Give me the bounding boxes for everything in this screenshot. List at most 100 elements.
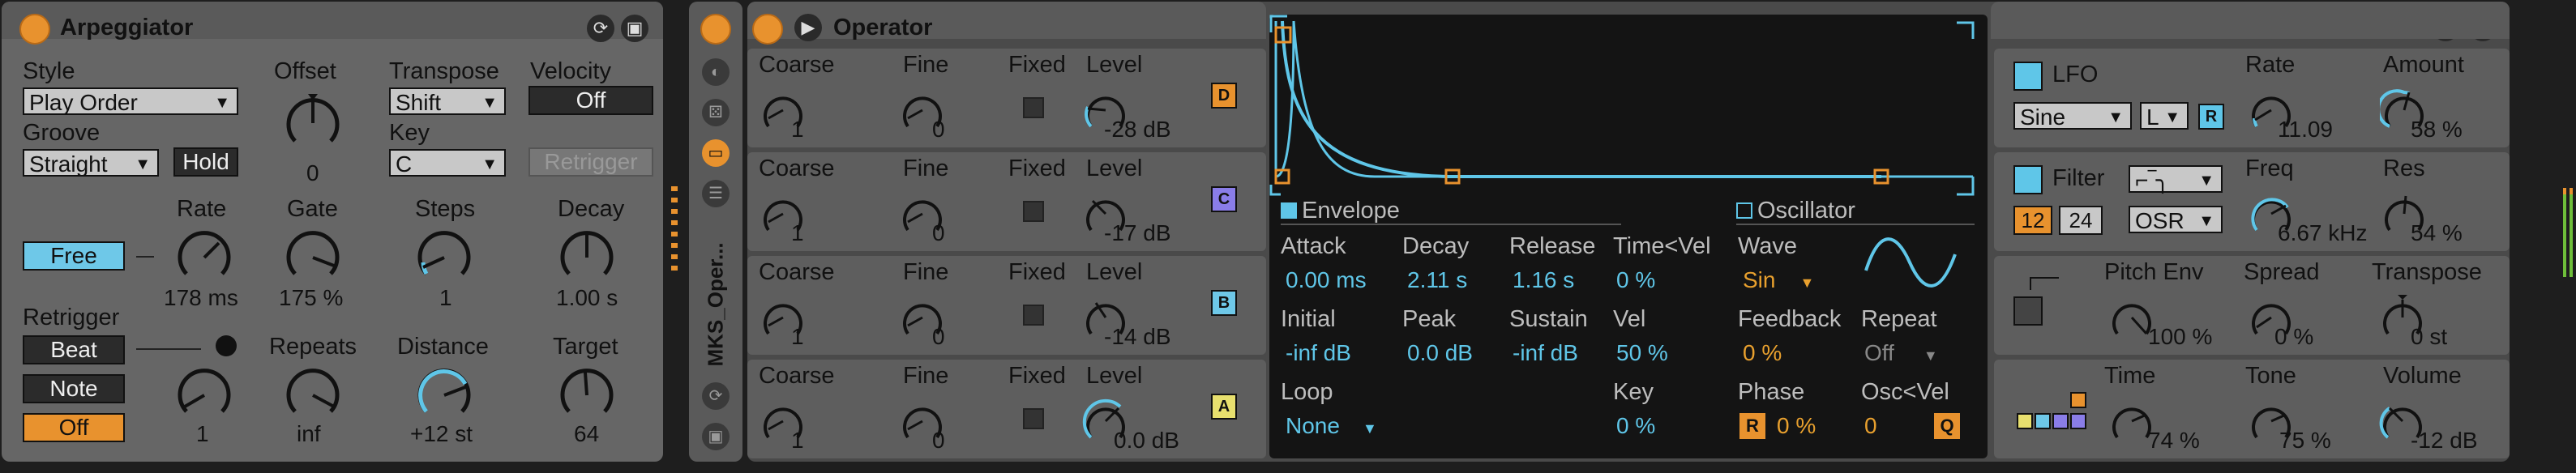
oscillator-row-d[interactable]: Coarse 1 Fine 0 Fixed Level -28 dB D [747,49,1266,147]
envelope-graph[interactable] [1269,15,1988,198]
lfo-enable-toggle[interactable] [2013,62,2043,91]
transpose-label: Transpose [2372,259,2482,285]
level-label: Level [1086,156,1143,181]
decay-knob[interactable] [554,225,619,282]
pitch-env-toggle[interactable] [2013,296,2043,326]
peak-value[interactable]: 0.0 dB [1407,340,1473,366]
style-value: Play Order [29,90,138,115]
repeat-dropdown[interactable]: Off ▼ [1864,340,1938,366]
save-preset-icon[interactable]: ▣ [621,15,648,42]
gate-knob[interactable] [280,225,345,282]
filter-freq-label: Freq [2245,156,2294,181]
fixed-checkbox[interactable] [1023,305,1044,326]
retrigger-knob[interactable] [172,363,237,420]
hot-swap-icon[interactable]: ⟳ [587,15,614,42]
rack-power-button[interactable] [700,14,731,45]
operator-power-button[interactable] [752,14,783,45]
chain-list-icon[interactable]: ▭ [702,139,730,167]
vel-value[interactable]: 50 % [1616,340,1668,366]
style-dropdown[interactable]: Play Order ▼ [23,87,238,115]
level-meter-left [2563,188,2566,277]
filter-type-dropdown[interactable]: ⌐‾╮ ▼ [2129,165,2223,193]
decay-value[interactable]: 2.11 s [1407,267,1467,293]
oscillator-tag-b[interactable]: B [1211,290,1237,316]
algorithm-operator-c [2052,413,2069,429]
retrigger-note-button[interactable]: Note [23,374,125,403]
target-knob[interactable] [554,363,619,420]
filter-enable-toggle[interactable] [2013,165,2043,194]
key-dropdown[interactable]: C ▼ [389,149,506,177]
algorithm-operator-c2 [2070,413,2086,429]
macro-icon[interactable]: ◐ [702,58,730,86]
feedback-value[interactable]: 0 % [1743,340,1782,366]
oscillator-tag-c[interactable]: C [1211,186,1237,212]
fixed-checkbox[interactable] [1023,97,1044,118]
envelope-section-checkbox[interactable] [1281,202,1297,219]
fixed-label: Fixed [1008,52,1066,78]
retrigger-off-button[interactable]: Off [23,413,125,442]
velocity-retrigger-button[interactable]: Retrigger [528,147,653,177]
oscillator-row-a[interactable]: Coarse 1 Fine 0 Fixed Level 0.0 dB A [747,360,1266,458]
oscillator-tag-a[interactable]: A [1211,394,1237,420]
lfo-mode-dropdown[interactable]: L ▼ [2140,102,2189,130]
oscillator-row-c[interactable]: Coarse 1 Fine 0 Fixed Level -17 dB C [747,152,1266,251]
wave-value: Sin [1743,267,1776,292]
oscillator-section-checkbox[interactable] [1736,202,1752,219]
save-preset-icon[interactable]: ▣ [702,423,730,450]
filter-section: Filter ⌐‾╮ ▼ 12 24 OSR ▼ Freq 6.67 kHz Res… [1994,152,2510,251]
distance-knob[interactable] [412,363,477,420]
repeats-knob[interactable] [280,363,345,420]
groove-dropdown[interactable]: Straight ▼ [23,149,159,177]
steps-knob[interactable] [412,225,477,282]
phase-retrigger-button[interactable]: R [1739,413,1765,439]
lfo-wave-dropdown[interactable]: Sine ▼ [2013,102,2132,130]
filter-osr-dropdown[interactable]: OSR ▼ [2129,206,2223,233]
pitch-env-label: Pitch Env [2104,259,2204,285]
hold-button[interactable]: Hold [173,147,238,177]
distance-label: Distance [397,334,489,360]
device-drag-handle[interactable] [671,186,678,275]
rate-knob[interactable] [172,225,237,282]
oscillator-row-b[interactable]: Coarse 1 Fine 0 Fixed Level -14 dB B [747,256,1266,355]
attack-value[interactable]: 0.00 ms [1286,267,1367,293]
randomize-icon[interactable]: ⚄ [702,99,730,126]
repeat-label: Repeat [1861,306,1937,332]
release-value[interactable]: 1.16 s [1513,267,1574,293]
fixed-checkbox[interactable] [1023,408,1044,429]
wave-dropdown[interactable]: Sin ▼ [1743,267,1814,293]
repeat-value: Off [1864,340,1894,365]
lfo-retrigger-button[interactable]: R [2198,104,2224,130]
device-list-icon[interactable]: ☰ [702,180,730,207]
level-label: Level [1086,52,1143,78]
phase-value[interactable]: 0 % [1777,413,1816,439]
knob-svg [286,231,340,275]
fixed-checkbox[interactable] [1023,201,1044,222]
offset-knob[interactable] [280,91,345,156]
arp-power-button[interactable] [19,14,50,45]
initial-value[interactable]: -inf dB [1286,340,1351,366]
transpose-dropdown[interactable]: Shift ▼ [389,87,506,115]
oscillator-tag-d[interactable]: D [1211,83,1237,109]
rate-sync-free-toggle[interactable]: Free [23,241,125,271]
filter-slope-24-button[interactable]: 24 [2059,206,2103,235]
osc-vel-q-button[interactable]: Q [1934,413,1960,439]
velocity-toggle[interactable]: Off [528,86,653,115]
time-vel-value[interactable]: 0 % [1616,267,1655,293]
pitch-env-value: 100 % [2148,324,2213,349]
sustain-value[interactable]: -inf dB [1513,340,1578,366]
decay-value: 1.00 s [556,285,618,310]
filter-slope-12-button[interactable]: 12 [2013,206,2052,235]
retrigger-beat-button[interactable]: Beat [23,335,125,364]
algorithm-icon[interactable] [2017,392,2090,441]
play-icon[interactable]: ▶ [794,14,822,41]
hot-swap-icon[interactable]: ⟳ [702,382,730,410]
phase-label: Phase [1738,379,1805,405]
osc-vel-value[interactable]: 0 [1864,413,1877,439]
fixed-label: Fixed [1008,363,1066,389]
filter-freq-value: 6.67 kHz [2278,220,2368,245]
loop-dropdown[interactable]: None ▼ [1286,413,1377,439]
loop-value: None [1286,413,1340,438]
time-label: Time [2104,363,2156,389]
level-value: 0.0 dB [1114,428,1179,453]
key-value[interactable]: 0 % [1616,413,1655,439]
